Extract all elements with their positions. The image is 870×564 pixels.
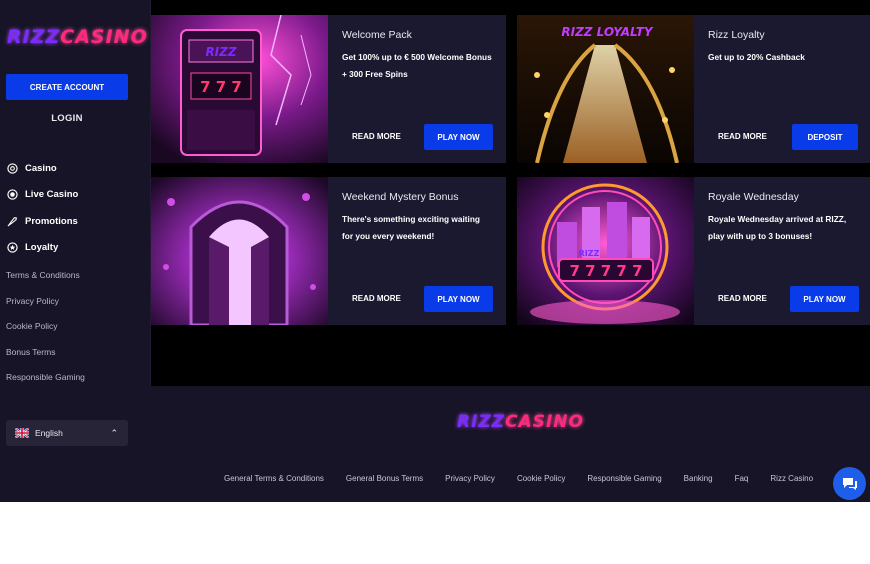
uk-flag-icon bbox=[15, 428, 29, 438]
promo-description: There's something exciting waiting for y… bbox=[342, 214, 480, 241]
sidebar-item-label: Promotions bbox=[25, 215, 78, 227]
play-now-button[interactable]: PLAY NOW bbox=[424, 124, 493, 150]
footer-link-privacy-policy[interactable]: Privacy Policy bbox=[445, 474, 495, 483]
promo-image-slot-machine: RIZZ 7 7 7 bbox=[151, 15, 328, 163]
footer-link-banking[interactable]: Banking bbox=[684, 474, 713, 483]
link-cookie-policy[interactable]: Cookie Policy bbox=[6, 321, 85, 347]
sidebar-item-live-casino[interactable]: Live Casino bbox=[7, 182, 78, 209]
live-casino-icon bbox=[7, 189, 18, 200]
rocket-icon bbox=[7, 217, 17, 227]
casino-chip-icon bbox=[7, 163, 18, 174]
logo-part-1: RIZZ bbox=[457, 412, 506, 432]
footer-link-general-bonus-terms[interactable]: General Bonus Terms bbox=[346, 474, 423, 483]
sidebar-item-label: Loyalty bbox=[25, 242, 59, 254]
promo-image-golden-stairs: RIZZ LOYALTY bbox=[517, 15, 694, 163]
play-now-button[interactable]: PLAY NOW bbox=[424, 286, 493, 312]
promo-title: Rizz Loyalty bbox=[708, 29, 765, 41]
live-chat-button[interactable] bbox=[833, 467, 866, 500]
logo-part-1: RIZZ bbox=[7, 26, 61, 48]
play-now-button[interactable]: PLAY NOW bbox=[790, 286, 859, 312]
sidebar-item-promotions[interactable]: Promotions bbox=[7, 208, 78, 235]
neon-slot-text: RIZZ bbox=[579, 249, 600, 258]
loyalty-image-text: RIZZ LOYALTY bbox=[561, 25, 654, 39]
read-more-link[interactable]: READ MORE bbox=[352, 132, 401, 141]
sidebar-item-label: Live Casino bbox=[25, 189, 79, 201]
svg-text:7 7 7: 7 7 7 bbox=[200, 78, 242, 96]
footer: RIZZCASINO General Terms & Conditions Ge… bbox=[150, 386, 870, 502]
create-account-button[interactable]: CREATE ACCOUNT bbox=[6, 74, 128, 100]
app-window: RIZZCASINO CREATE ACCOUNT LOGIN Casino L… bbox=[0, 0, 870, 502]
promo-card-weekend-mystery: Weekend Mystery Bonus There's something … bbox=[151, 177, 506, 325]
chat-bubble-icon bbox=[842, 477, 857, 490]
promo-card-rizz-loyalty: RIZZ LOYALTY Rizz Loyalty Get up to 20% … bbox=[517, 15, 870, 163]
footer-brand-logo[interactable]: RIZZCASINO bbox=[457, 412, 584, 432]
language-label: English bbox=[35, 428, 63, 438]
sidebar: RIZZCASINO CREATE ACCOUNT LOGIN Casino L… bbox=[0, 0, 151, 502]
sidebar-nav: Casino Live Casino Promotions Loyalty bbox=[7, 155, 78, 261]
link-terms-conditions[interactable]: Terms & Conditions bbox=[6, 270, 85, 296]
sidebar-item-label: Casino bbox=[25, 162, 57, 174]
logo-part-2: CASINO bbox=[60, 26, 148, 48]
promo-description: Get 100% up to € 500 Welcome Bonus + 300… bbox=[342, 52, 492, 79]
link-privacy-policy[interactable]: Privacy Policy bbox=[6, 296, 85, 322]
promo-title: Weekend Mystery Bonus bbox=[342, 191, 459, 203]
chevron-up-icon: ⌃ bbox=[110, 427, 118, 438]
promo-image-neon-slot: 7 7 7 7 7 RIZZ bbox=[517, 177, 694, 325]
read-more-link[interactable]: READ MORE bbox=[352, 294, 401, 303]
read-more-link[interactable]: READ MORE bbox=[718, 132, 767, 141]
footer-link-general-terms[interactable]: General Terms & Conditions bbox=[224, 474, 324, 483]
footer-links: General Terms & Conditions General Bonus… bbox=[224, 474, 835, 483]
language-selector[interactable]: English ⌃ bbox=[6, 420, 128, 446]
star-icon bbox=[7, 242, 18, 253]
deposit-button[interactable]: DEPOSIT bbox=[792, 124, 858, 150]
login-button[interactable]: LOGIN bbox=[0, 113, 134, 124]
promo-card-royale-wednesday: 7 7 7 7 7 RIZZ Royale Wednesday Royale W… bbox=[517, 177, 870, 325]
sidebar-item-casino[interactable]: Casino bbox=[7, 155, 78, 182]
footer-link-responsible-gaming[interactable]: Responsible Gaming bbox=[587, 474, 661, 483]
promo-title: Royale Wednesday bbox=[708, 191, 799, 203]
promo-card-welcome-pack: RIZZ 7 7 7 Welcome Pack Get 100% up to €… bbox=[151, 15, 506, 163]
slot-logo-text: RIZZ bbox=[205, 45, 236, 59]
promo-image-mystery-door bbox=[151, 177, 328, 325]
promo-title: Welcome Pack bbox=[342, 29, 412, 41]
link-bonus-terms[interactable]: Bonus Terms bbox=[6, 347, 85, 373]
footer-link-cookie-policy[interactable]: Cookie Policy bbox=[517, 474, 565, 483]
logo-part-2: CASINO bbox=[505, 412, 584, 432]
footer-link-rizz-casino[interactable]: Rizz Casino bbox=[770, 474, 813, 483]
link-responsible-gaming[interactable]: Responsible Gaming bbox=[6, 372, 85, 398]
read-more-link[interactable]: READ MORE bbox=[718, 294, 767, 303]
promo-description: Get up to 20% Cashback bbox=[708, 52, 805, 62]
promo-description: Royale Wednesday arrived at RIZZ, play w… bbox=[708, 214, 847, 241]
sidebar-item-loyalty[interactable]: Loyalty bbox=[7, 235, 78, 262]
sidebar-links: Terms & Conditions Privacy Policy Cookie… bbox=[6, 270, 85, 398]
footer-link-faq[interactable]: Faq bbox=[735, 474, 749, 483]
brand-logo[interactable]: RIZZCASINO bbox=[7, 26, 148, 48]
svg-text:7 7 7 7 7: 7 7 7 7 7 bbox=[569, 262, 642, 280]
